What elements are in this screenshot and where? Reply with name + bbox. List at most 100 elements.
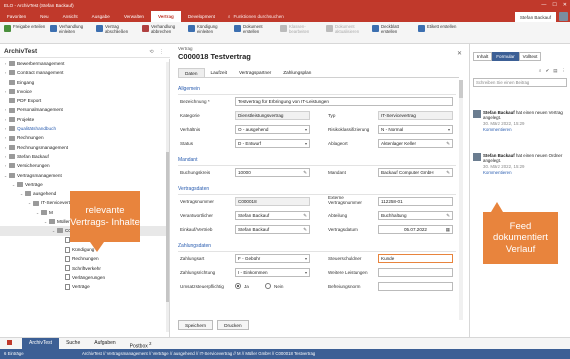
save-button[interactable]: Speichern bbox=[178, 320, 214, 330]
ribbon-button-7[interactable]: Dokument aktualisieren bbox=[326, 24, 370, 34]
bezeichnung-field[interactable]: Testvertrag für Erbringung von IT-Leistu… bbox=[235, 97, 453, 106]
expand-chevron-icon[interactable]: › bbox=[3, 152, 8, 161]
menu-ansicht[interactable]: Ansicht bbox=[56, 11, 85, 22]
buchungskreis-field[interactable]: 10000 ✎ bbox=[235, 168, 310, 177]
tree-item[interactable]: Eingang bbox=[0, 78, 169, 87]
tree-item[interactable]: PDF Export bbox=[0, 96, 169, 105]
status-select[interactable]: D - Entwurf ▾ bbox=[235, 139, 310, 148]
mandant-field[interactable]: Backauf Computer GmbH ✎ bbox=[378, 168, 453, 177]
expand-chevron-icon[interactable]: › bbox=[3, 161, 8, 170]
comment-link[interactable]: Kommentieren bbox=[483, 127, 568, 132]
ribbon-button-8[interactable]: Deckblatt erstellen bbox=[372, 24, 416, 34]
tab-postbox[interactable]: Postbox 2 bbox=[123, 338, 159, 350]
tree-item[interactable]: › Projekte bbox=[0, 115, 169, 124]
expand-chevron-icon[interactable]: ⌄ bbox=[51, 226, 56, 235]
expand-chevron-icon[interactable]: › bbox=[3, 68, 8, 77]
tree-item[interactable]: Rechnungen bbox=[0, 254, 169, 263]
tab-zahlungsplan[interactable]: Zahlungsplan bbox=[277, 68, 317, 77]
einkauf-field[interactable]: Stefan Backauf ✎ bbox=[235, 225, 310, 234]
ribbon-button-1[interactable]: Verhandlung einleiten bbox=[50, 24, 94, 34]
close-form-icon[interactable]: ✕ bbox=[457, 50, 462, 57]
verantwortlich-field[interactable]: Stefan Backauf ✎ bbox=[235, 211, 310, 220]
extern-field[interactable]: 112258-01 bbox=[378, 197, 453, 206]
link-icon[interactable]: ▤ bbox=[553, 68, 557, 74]
checkmark-icon[interactable]: ✔ bbox=[545, 68, 549, 74]
ablageort-field[interactable]: Aktenlager Keller ✎ bbox=[378, 139, 453, 148]
menu-ausgabe[interactable]: Ausgabe bbox=[85, 11, 117, 22]
expand-chevron-icon[interactable]: ⌄ bbox=[43, 217, 48, 226]
tab-aufgaben[interactable]: Aufgaben bbox=[87, 338, 122, 349]
zahlungsart-select[interactable]: F - Gebühr ▾ bbox=[235, 254, 310, 263]
expand-chevron-icon[interactable]: ⌄ bbox=[11, 180, 16, 189]
pencil-icon[interactable]: ✎ bbox=[446, 169, 450, 177]
tree-item[interactable]: Schriftverkehr bbox=[0, 264, 169, 273]
ribbon-button-9[interactable]: Etikett erstellen bbox=[418, 24, 462, 32]
close-icon[interactable]: ✕ bbox=[563, 0, 567, 11]
expand-chevron-icon[interactable]: › bbox=[3, 115, 8, 124]
tree-item[interactable]: Verlängerungen bbox=[0, 273, 169, 282]
expand-chevron-icon[interactable]: ⌄ bbox=[19, 189, 24, 198]
expand-chevron-icon[interactable]: › bbox=[3, 133, 8, 142]
ribbon-button-0[interactable]: Freigabe erteilen bbox=[4, 24, 48, 32]
ribbon-button-4[interactable]: Kündigung einleiten bbox=[188, 24, 232, 34]
comment-link[interactable]: Kommentieren bbox=[483, 170, 568, 175]
risiko-select[interactable]: N - Normal ▾ bbox=[378, 125, 453, 134]
tree-item[interactable]: › Bewerbermanagement bbox=[0, 59, 169, 68]
tree-item[interactable]: Kündigung bbox=[0, 245, 169, 254]
steuerschuldner-field[interactable]: Kunde bbox=[378, 254, 453, 263]
tree-item[interactable]: › Rechnungen bbox=[0, 133, 169, 142]
tree-item[interactable]: › Invoice bbox=[0, 87, 169, 96]
pencil-icon[interactable]: ✎ bbox=[303, 226, 307, 234]
tree-tools-icon[interactable]: ⟲ ⋮ bbox=[149, 49, 166, 55]
tab-volltext[interactable]: Volltext bbox=[518, 52, 542, 61]
tree-item[interactable]: › Qualitätshandbuch bbox=[0, 124, 169, 133]
pencil-icon[interactable]: ✎ bbox=[446, 140, 450, 148]
ribbon-button-3[interactable]: Verhandlung abbrechen bbox=[142, 24, 186, 34]
tab-archivtest[interactable]: ArchivTest bbox=[22, 338, 60, 349]
expand-chevron-icon[interactable]: ⌄ bbox=[35, 208, 40, 217]
ribbon-button-2[interactable]: Vertrag abschließen bbox=[96, 24, 140, 34]
tree-item[interactable]: › Contract management bbox=[0, 68, 169, 77]
menu-neu[interactable]: Neu bbox=[33, 11, 55, 22]
kategorie-field[interactable]: Dienstleistungsvertrag bbox=[235, 111, 310, 120]
calendar-icon[interactable]: ▦ bbox=[446, 226, 450, 234]
typ-field[interactable]: IT-Servicevertrag bbox=[378, 111, 453, 120]
minimize-icon[interactable]: — bbox=[541, 0, 546, 11]
avatar[interactable] bbox=[559, 12, 568, 21]
tree-scrollbar[interactable] bbox=[166, 62, 169, 332]
tree-item[interactable]: ⌄ Vertragsmanagement bbox=[0, 171, 169, 180]
print-button[interactable]: Drucken bbox=[217, 320, 249, 330]
befreiung-field[interactable] bbox=[378, 282, 453, 291]
vertragsdatum-field[interactable]: 05.07.2022 ▦ bbox=[378, 225, 453, 234]
richtung-select[interactable]: I - Einkommen ▾ bbox=[235, 268, 310, 277]
expand-chevron-icon[interactable]: › bbox=[3, 87, 8, 96]
radio-ja[interactable] bbox=[235, 283, 241, 289]
abteilung-field[interactable]: Buchhaltung ✎ bbox=[378, 211, 453, 220]
menu-favoriten[interactable]: Favoriten bbox=[0, 11, 33, 22]
feed-post-input[interactable]: Schreiben Sie einen Beitrag bbox=[473, 78, 567, 87]
tab-laufzeit[interactable]: Laufzeit bbox=[205, 68, 233, 77]
tree-item[interactable]: › Rechnungsmanagement bbox=[0, 143, 169, 152]
tab-daten[interactable]: Daten bbox=[178, 68, 205, 77]
filter-icon[interactable]: ⌕ bbox=[539, 68, 542, 74]
menu-verwalten[interactable]: Verwalten bbox=[117, 11, 151, 22]
tree-item[interactable]: ⌄ Verträge bbox=[0, 180, 169, 189]
pencil-icon[interactable]: ✎ bbox=[303, 169, 307, 177]
tab-suche[interactable]: Suche bbox=[59, 338, 87, 349]
menu-development[interactable]: Development bbox=[181, 11, 222, 22]
vertragsnummer-field[interactable]: C000018 bbox=[235, 197, 310, 206]
expand-chevron-icon[interactable]: › bbox=[3, 59, 8, 68]
user-menu[interactable]: Stefan Backauf bbox=[514, 11, 556, 22]
tree-item[interactable]: › Versicherungen bbox=[0, 161, 169, 170]
tab-formular[interactable]: Formular bbox=[492, 52, 519, 61]
tree-item[interactable]: › Stefan Backauf bbox=[0, 152, 169, 161]
weitere-field[interactable] bbox=[378, 268, 453, 277]
pencil-icon[interactable]: ✎ bbox=[303, 212, 307, 220]
expand-chevron-icon[interactable]: ⌄ bbox=[27, 198, 32, 207]
expand-chevron-icon[interactable]: › bbox=[3, 105, 8, 114]
expand-chevron-icon[interactable]: › bbox=[3, 124, 8, 133]
menu-vertrag[interactable]: Vertrag bbox=[151, 11, 181, 22]
ribbon-button-5[interactable]: Dokument erstellen bbox=[234, 24, 278, 34]
tab-inhalt[interactable]: Inhalt bbox=[473, 52, 493, 61]
form-scrollbar[interactable] bbox=[459, 80, 463, 320]
